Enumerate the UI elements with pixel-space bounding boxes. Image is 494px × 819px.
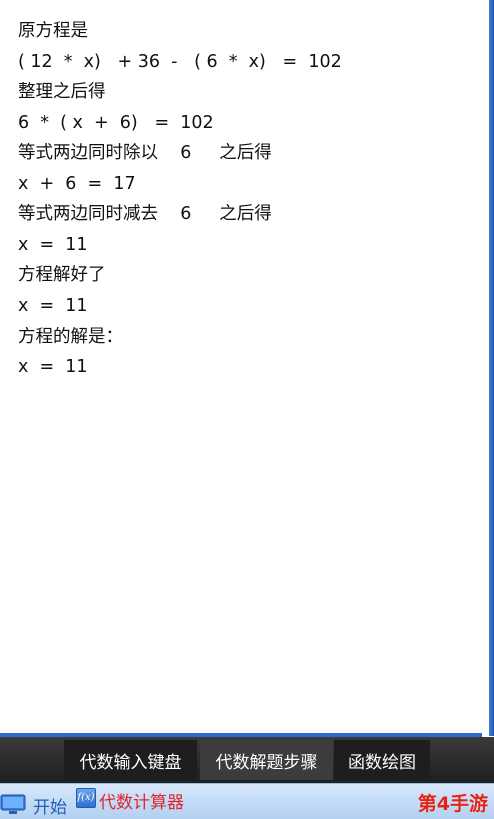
solution-line: x + 6 = 17: [18, 174, 136, 194]
tab-function-graph[interactable]: 函数绘图: [334, 740, 430, 780]
taskbar-app-label[interactable]: 代数计算器: [99, 788, 184, 813]
taskbar: 开始 f(x) 代数计算器 第4手游: [0, 783, 494, 819]
solution-line: x = 11: [18, 357, 88, 377]
solution-line: 整理之后得: [18, 82, 106, 102]
calculator-app-icon[interactable]: f(x): [76, 788, 96, 808]
solution-line: 等式两边同时除以 6 之后得: [18, 143, 272, 163]
solution-line: x = 11: [18, 296, 88, 316]
window-right-border: [489, 0, 494, 736]
solution-line: 等式两边同时减去 6 之后得: [18, 204, 272, 224]
solution-line: 方程的解是：: [18, 327, 123, 347]
brand-watermark: 第4手游: [417, 793, 488, 815]
start-button[interactable]: 开始: [33, 793, 67, 818]
tab-bar: 代数输入键盘 代数解题步骤 函数绘图: [0, 737, 494, 783]
solution-line: ( 12 * x) + 36 - ( 6 * x) = 102: [18, 52, 342, 72]
solution-line: 原方程是: [18, 21, 88, 41]
solution-line: 6 * ( x + 6) = 102: [18, 113, 214, 133]
solution-line: x = 11: [18, 235, 88, 255]
solution-line: 方程解好了: [18, 265, 106, 285]
solution-panel: 原方程是 ( 12 * x) + 36 - ( 6 * x) = 102 整理之…: [0, 0, 489, 733]
tab-algebra-keyboard[interactable]: 代数输入键盘: [64, 740, 197, 780]
tab-solving-steps[interactable]: 代数解题步骤: [200, 740, 333, 780]
monitor-icon[interactable]: [0, 794, 28, 816]
